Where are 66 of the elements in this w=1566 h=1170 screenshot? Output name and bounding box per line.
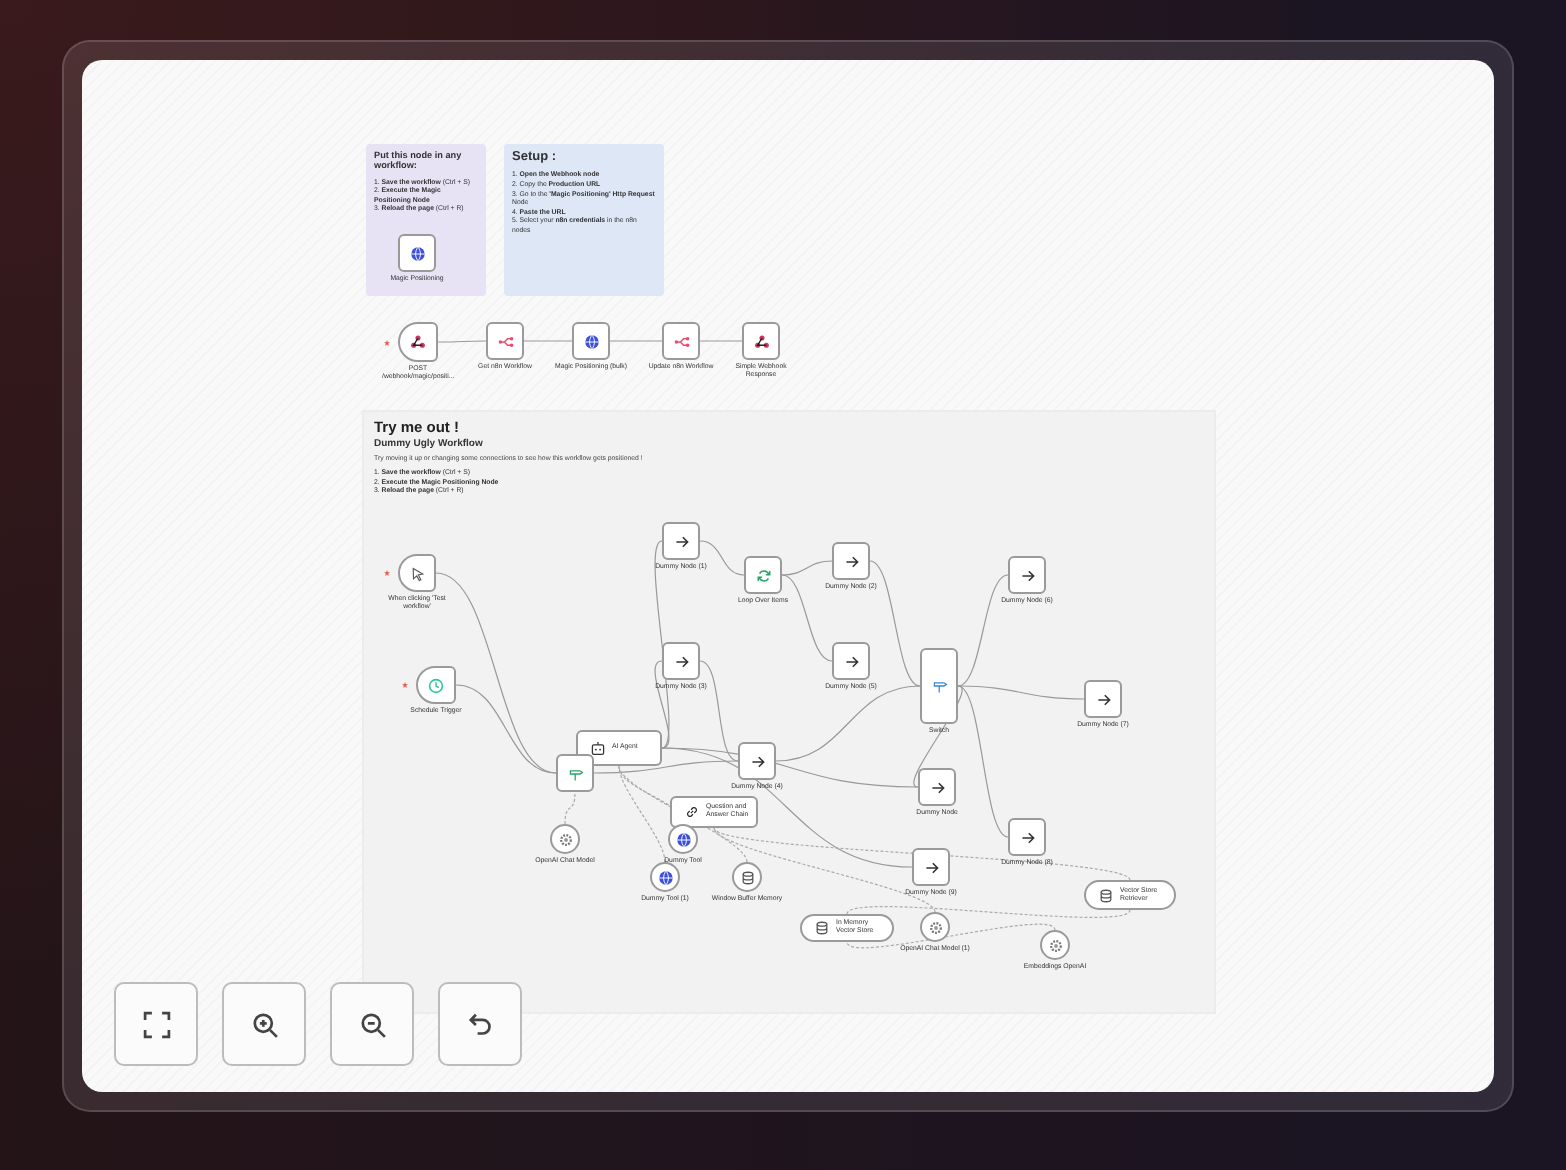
connection-line: [699, 540, 745, 576]
gear-icon: [927, 919, 943, 935]
arrow-icon: [1019, 567, 1035, 583]
workflow-node[interactable]: [662, 522, 700, 560]
database-icon: [1098, 887, 1114, 903]
workflow-node[interactable]: [662, 322, 700, 360]
globe-icon: [409, 245, 425, 261]
zoom-in-icon: [247, 1007, 281, 1041]
signpost-icon: [567, 765, 583, 781]
robot-icon: [590, 740, 606, 756]
globe-icon: [583, 333, 599, 349]
nodes-icon: [497, 333, 513, 349]
workflow-node[interactable]: [742, 322, 780, 360]
nodes-icon: [673, 333, 689, 349]
gear-icon: [1047, 937, 1063, 953]
globe-icon: [675, 831, 691, 847]
trigger-star-icon: [384, 570, 390, 576]
workflow-node[interactable]: [1008, 556, 1046, 594]
zoom-out-icon: [355, 1007, 389, 1041]
globe-icon: [657, 869, 673, 885]
arrow-icon: [673, 533, 689, 549]
arrow-icon: [749, 753, 765, 769]
workflow-node[interactable]: [832, 642, 870, 680]
signpost-icon: [931, 678, 947, 694]
fit-view-icon: [139, 1007, 173, 1041]
workflow-node[interactable]: [920, 648, 958, 724]
workflow-node[interactable]: [486, 322, 524, 360]
workflow-node[interactable]: [416, 666, 456, 704]
workflow-node[interactable]: [1008, 818, 1046, 856]
connection-line: [609, 340, 663, 342]
arrow-icon: [673, 653, 689, 669]
cursor-icon: [409, 565, 425, 581]
arrow-icon: [923, 859, 939, 875]
workflow-node[interactable]: [1084, 680, 1122, 718]
arrow-icon: [843, 653, 859, 669]
arrow-icon: [929, 779, 945, 795]
trigger-star-icon: [384, 339, 390, 345]
database-icon: [739, 869, 755, 885]
clock-icon: [428, 677, 444, 693]
connection-line: [523, 340, 573, 342]
refresh-icon: [755, 567, 771, 583]
workflow-node[interactable]: [662, 642, 700, 680]
connection-line: [437, 340, 487, 343]
link-icon: [684, 804, 700, 820]
workflow-node[interactable]: [398, 322, 438, 362]
gear-icon: [557, 831, 573, 847]
webhook-icon: [410, 334, 426, 350]
workflow-node[interactable]: [572, 322, 610, 360]
workflow-node[interactable]: [744, 556, 782, 594]
workflow-node[interactable]: [912, 848, 950, 886]
arrow-icon: [843, 553, 859, 569]
workflow-node[interactable]: [832, 542, 870, 580]
zoom-out-button[interactable]: [330, 982, 414, 1066]
trigger-star-icon: [402, 682, 408, 688]
database-icon: [814, 920, 830, 936]
workflow-node[interactable]: [398, 234, 436, 272]
workflow-node[interactable]: [738, 742, 776, 780]
workflow-node[interactable]: [918, 768, 956, 806]
connection-line: [564, 791, 576, 825]
zoom-in-button[interactable]: [222, 982, 306, 1066]
arrow-icon: [1095, 691, 1111, 707]
workflow-node[interactable]: [398, 554, 436, 592]
workflow-node[interactable]: [556, 754, 594, 792]
arrow-icon: [1019, 829, 1035, 845]
webhook-icon: [753, 333, 769, 349]
connection-line: [699, 340, 743, 342]
